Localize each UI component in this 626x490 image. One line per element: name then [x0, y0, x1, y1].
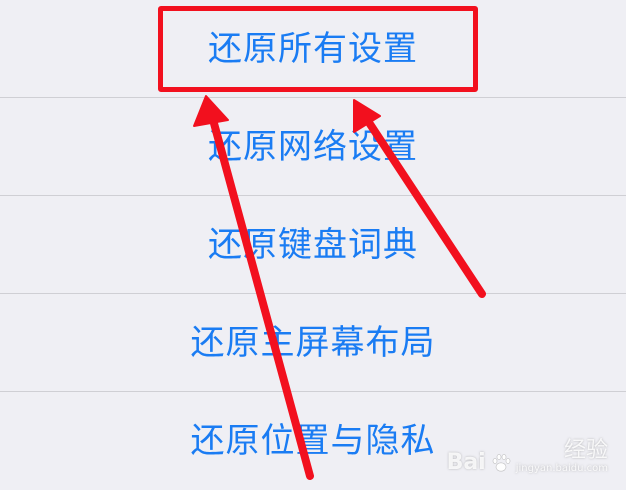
watermark-brand: Bai: [446, 450, 486, 475]
arrow-left-head: [193, 95, 229, 127]
arrow-right-shaft: [362, 114, 486, 298]
arrow-right: [353, 99, 486, 298]
watermark-url: jingyan.baidu.com: [515, 463, 608, 474]
baidu-jingyan-watermark: Bai 经验 jingyan.baidu.com: [447, 440, 608, 474]
annotation-arrows: [193, 95, 486, 480]
paw-icon: [492, 454, 511, 472]
watermark-text: 经验 jingyan.baidu.com: [516, 440, 608, 474]
watermark-jingyan: 经验: [563, 438, 608, 463]
arrow-left-shaft: [208, 112, 314, 480]
arrow-left: [193, 95, 314, 480]
